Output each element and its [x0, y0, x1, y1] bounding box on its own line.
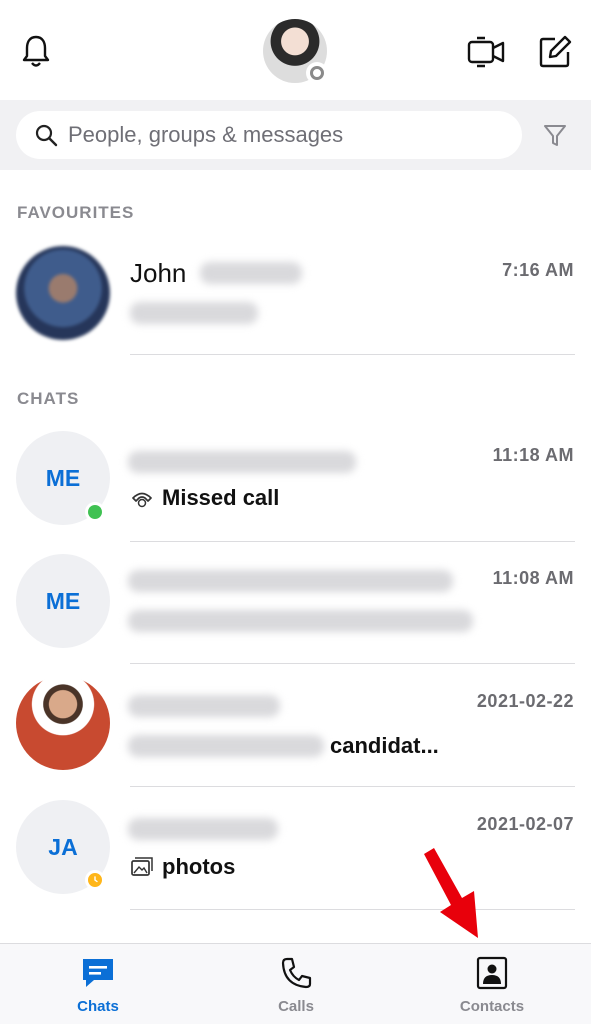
search-bar: People, groups & messages — [0, 100, 591, 170]
blurred-name — [200, 262, 302, 284]
search-placeholder: People, groups & messages — [68, 122, 344, 147]
favourites-heading: FAVOURITES — [17, 203, 135, 222]
avatar — [16, 246, 110, 340]
message-preview: photos — [130, 854, 235, 880]
list-item[interactable]: ME 11:18 AM Missed call — [0, 425, 591, 542]
preview-text: photos — [162, 854, 236, 879]
contact-name: John — [130, 258, 187, 288]
avatar — [16, 676, 110, 770]
chat-icon — [83, 959, 113, 987]
blurred-name — [128, 818, 278, 840]
blurred-preview — [130, 302, 258, 324]
video-call-icon[interactable] — [462, 30, 510, 74]
message-preview: Missed call — [130, 485, 279, 511]
search-icon — [35, 124, 58, 147]
timestamp: 2021-02-22 — [476, 691, 574, 711]
bell-icon[interactable] — [14, 30, 58, 74]
blurred-name — [128, 570, 453, 592]
search-input[interactable]: People, groups & messages — [16, 111, 522, 159]
tab-contacts[interactable]: Contacts — [427, 956, 557, 1015]
bottom-tab-bar: Chats Calls Contacts — [0, 943, 591, 1024]
timestamp: 7:16 AM — [502, 260, 574, 280]
photos-icon — [130, 856, 154, 878]
list-item[interactable]: 2021-02-22 candidat... — [0, 671, 591, 787]
divider — [130, 663, 575, 664]
tab-calls[interactable]: Calls — [231, 956, 361, 1015]
away-status-icon — [85, 870, 105, 890]
compose-icon[interactable] — [532, 30, 578, 74]
tab-label: Contacts — [459, 998, 525, 1015]
preview-text: Missed call — [162, 485, 280, 510]
message-preview: candidat... — [330, 733, 439, 759]
preview-text: candidat... — [330, 733, 439, 758]
filter-icon[interactable] — [540, 120, 570, 150]
profile-status-icon — [306, 62, 328, 84]
online-status-icon — [85, 502, 105, 522]
tab-label: Chats — [77, 998, 119, 1015]
blurred-name — [128, 451, 356, 473]
list-item[interactable]: John 7:16 AM — [0, 240, 591, 356]
timestamp: 11:18 AM — [492, 445, 574, 465]
list-item[interactable]: JA 2021-02-07 photos — [0, 794, 591, 912]
contacts-icon — [476, 956, 508, 990]
divider — [130, 541, 575, 542]
list-item[interactable]: ME 11:08 AM — [0, 548, 591, 664]
divider — [130, 354, 575, 355]
chats-heading: CHATS — [17, 389, 80, 408]
top-bar — [0, 0, 591, 100]
phone-icon — [281, 957, 312, 989]
blurred-preview — [128, 610, 473, 632]
timestamp: 2021-02-07 — [476, 814, 574, 834]
blurred-preview — [128, 735, 324, 757]
missed-call-icon — [130, 488, 154, 508]
blurred-name — [128, 695, 280, 717]
avatar: ME — [16, 554, 110, 648]
tab-chats[interactable]: Chats — [33, 956, 163, 1015]
divider — [130, 786, 575, 787]
timestamp: 11:08 AM — [492, 568, 574, 588]
tab-label: Calls — [278, 998, 314, 1015]
annotation-arrow-icon — [418, 846, 488, 947]
divider — [130, 909, 575, 910]
